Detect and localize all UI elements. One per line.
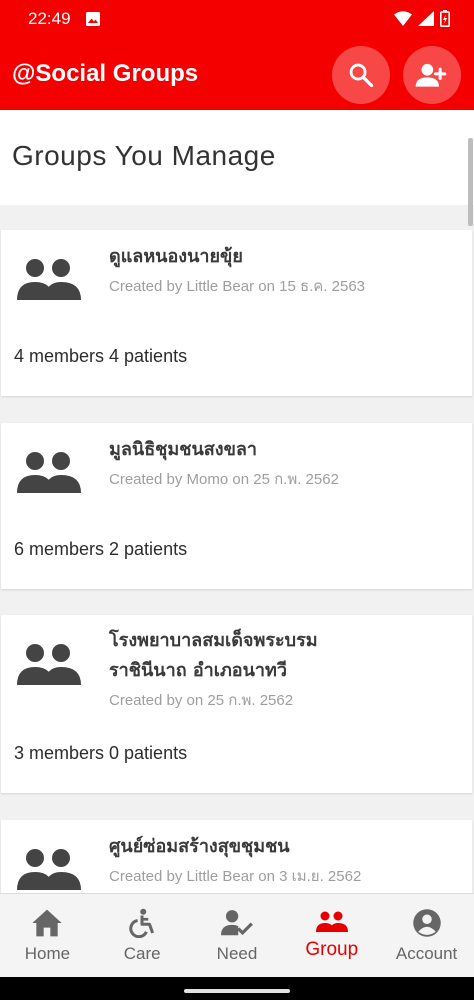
person-check-icon xyxy=(220,910,253,936)
accessibility-icon xyxy=(129,908,155,938)
group-icon xyxy=(17,259,81,300)
app-bar: @Social Groups xyxy=(0,38,474,110)
group-icon xyxy=(17,849,81,890)
group-name-line1: โรงพยาบาลสมเด็จพระบรม xyxy=(109,630,318,651)
add-user-button[interactable] xyxy=(403,46,461,104)
groups-content[interactable]: Groups You Manage ดูแลหนองนายขุ้ย Create… xyxy=(0,110,474,893)
nav-group[interactable]: Group xyxy=(284,894,379,977)
search-button[interactable] xyxy=(332,46,390,104)
wifi-icon xyxy=(394,11,412,26)
home-icon xyxy=(32,909,63,937)
nav-need[interactable]: Need xyxy=(190,894,285,977)
gesture-area xyxy=(0,977,474,1000)
group-created: Created by Momo on 25 ก.พ. 2562 xyxy=(109,471,339,488)
status-icons xyxy=(394,10,450,27)
nav-label: Home xyxy=(24,944,71,963)
group-icon xyxy=(17,644,81,685)
group-stats: 6 members 2 patients xyxy=(14,539,188,559)
battery-icon xyxy=(440,10,450,27)
group-created: Created by Little Bear on 3 เม.ย. 2562 xyxy=(109,868,362,885)
account-circle-icon xyxy=(412,909,441,937)
group-name: ดูแลหนองนายขุ้ย xyxy=(109,246,243,267)
search-icon xyxy=(349,63,374,88)
group-card[interactable]: โรงพยาบาลสมเด็จพระบรม ราชินีนาถ อำเภอนาท… xyxy=(1,615,472,793)
group-name-line2: ราชินีนาถ อำเภอนาทวี xyxy=(109,660,288,681)
home-gesture-bar[interactable] xyxy=(184,989,290,993)
group-name: ศูนย์ซ่อมสร้างสุขชุมชน xyxy=(109,836,290,857)
group-created: Created by Little Bear on 15 ธ.ค. 2563 xyxy=(109,278,366,295)
nav-label: Care xyxy=(123,944,161,963)
group-stats: 4 members 4 patients xyxy=(14,346,188,366)
image-notification-icon xyxy=(86,12,100,26)
nav-label: Account xyxy=(395,944,458,963)
app-title: @Social Groups xyxy=(12,60,199,87)
group-card[interactable]: มูลนิธิชุมชนสงขลา Created by Momo on 25 … xyxy=(1,423,472,589)
group-card[interactable]: ดูแลหนองนายขุ้ย Created by Little Bear o… xyxy=(1,230,472,396)
group-created: Created by on 25 ก.พ. 2562 xyxy=(109,692,294,709)
status-bar: 22:49 xyxy=(0,0,474,38)
group-icon xyxy=(315,911,348,932)
group-name: มูลนิธิชุมชนสงขลา xyxy=(109,439,258,460)
status-time: 22:49 xyxy=(28,9,71,28)
group-icon xyxy=(17,452,81,493)
heading-section: Groups You Manage xyxy=(0,110,474,205)
scrollbar-thumb[interactable] xyxy=(468,138,473,226)
nav-care[interactable]: Care xyxy=(95,894,190,977)
nav-account[interactable]: Account xyxy=(379,894,474,977)
page-title: Groups You Manage xyxy=(12,140,276,171)
signal-icon xyxy=(418,11,434,26)
nav-home[interactable]: Home xyxy=(0,894,95,977)
bottom-nav: Home Care Need Group Account xyxy=(0,893,474,977)
nav-label: Need xyxy=(216,944,258,963)
nav-label: Group xyxy=(305,939,359,960)
add-user-icon xyxy=(415,63,447,87)
group-card[interactable]: ศูนย์ซ่อมสร้างสุขชุมชน Created by Little… xyxy=(1,820,472,893)
group-stats: 3 members 0 patients xyxy=(14,743,188,763)
